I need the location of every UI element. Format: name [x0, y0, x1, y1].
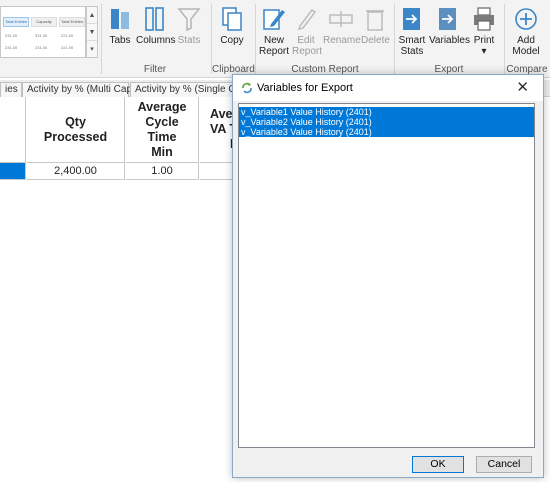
ribbon-separator	[255, 4, 256, 74]
selected-row-cell[interactable]	[0, 163, 26, 180]
trash-icon	[363, 6, 387, 32]
gallery-header[interactable]: Total Entries	[3, 17, 29, 27]
tabs-label: Tabs	[109, 35, 131, 46]
edit-report-label-line1: Edit	[297, 35, 315, 46]
stats-label: Stats	[177, 35, 201, 46]
variables-button[interactable]: Variables	[429, 6, 470, 46]
style-gallery[interactable]: Total Entries Capacity Total Entries 231…	[0, 6, 86, 58]
gallery-cell: 231.00	[5, 45, 18, 50]
delete-label: Delete	[361, 35, 390, 46]
close-icon[interactable]: ✕	[516, 80, 529, 95]
list-item[interactable]: v_Variable1 Value History (2401)	[239, 107, 534, 117]
variables-listbox[interactable]: v_Variable1 Value History (2401) v_Varia…	[238, 103, 535, 448]
header-line: Ave	[210, 107, 233, 121]
header-line: Cycle	[145, 114, 179, 129]
edit-report-button[interactable]: Edit Report	[292, 6, 323, 57]
rename-button[interactable]: Rename	[323, 6, 361, 46]
rename-label: Rename	[323, 35, 361, 46]
new-report-button[interactable]: New Report	[258, 6, 290, 57]
gallery-header[interactable]: Total Entries	[59, 17, 85, 27]
gallery-scroll-up-icon[interactable]: ▲	[87, 7, 97, 24]
header-line: Qty	[65, 114, 86, 129]
new-report-label-line1: New	[263, 35, 284, 46]
print-dropdown-icon[interactable]: ▾	[481, 46, 486, 57]
export-arrow-icon	[400, 6, 424, 32]
add-model-label-line2: Model	[512, 46, 540, 57]
gallery-expand-icon[interactable]: ▾	[87, 41, 97, 58]
grid-header-average-cycle-time[interactable]: Average Cycle Time Min	[126, 97, 199, 163]
funnel-icon	[177, 6, 201, 32]
new-report-label-line2: Report	[258, 46, 289, 57]
filter-group-label: Filter	[143, 64, 167, 75]
ribbon: Total Entries Capacity Total Entries 231…	[0, 0, 550, 78]
gallery-cell: 221.00	[61, 33, 74, 38]
list-item[interactable]: v_Variable2 Value History (2401)	[239, 117, 534, 127]
header-line: Average	[137, 99, 187, 114]
columns-icon	[143, 6, 167, 32]
gallery-cell: 221.00	[61, 45, 74, 50]
edit-report-label-line2: Report	[292, 46, 323, 57]
delete-button[interactable]: Delete	[361, 6, 390, 46]
tabs-button[interactable]: Tabs	[106, 6, 134, 46]
ribbon-separator	[504, 4, 505, 74]
header-line: Processed	[43, 129, 108, 144]
gallery-cell: 231.00	[5, 33, 18, 38]
columns-button[interactable]: Columns	[136, 6, 176, 46]
variables-for-export-dialog: Variables for Export ✕ v_Variable1 Value…	[232, 74, 544, 478]
smart-stats-button[interactable]: Smart Stats	[397, 6, 427, 57]
stats-button[interactable]: Stats	[176, 6, 202, 46]
dialog-title: Variables for Export	[257, 82, 353, 94]
printer-icon	[472, 6, 496, 32]
cancel-button[interactable]: Cancel	[476, 456, 532, 473]
add-model-button[interactable]: Add Model	[510, 6, 542, 57]
gallery-scroll-down-icon[interactable]: ▼	[87, 24, 97, 41]
gallery-header[interactable]: Capacity	[31, 17, 57, 27]
header-line: Min	[151, 144, 173, 159]
tab-activities[interactable]: ies	[0, 82, 22, 97]
results-grid: Qty Processed 2,400.00 Average Cycle Tim…	[0, 97, 240, 187]
variables-export-icon	[436, 6, 460, 32]
copy-icon	[220, 6, 244, 32]
gallery-cell: 331.00	[35, 33, 48, 38]
pencil-icon	[262, 6, 286, 32]
ribbon-separator	[101, 4, 102, 74]
ribbon-separator	[394, 4, 395, 74]
tabs-icon	[108, 6, 132, 32]
tab-activity-multi-cap[interactable]: Activity by % (Multi Cap)	[22, 82, 135, 97]
recycle-arrows-icon	[241, 82, 253, 94]
copy-label: Copy	[220, 35, 244, 46]
grid-header-qty-processed[interactable]: Qty Processed	[27, 97, 125, 163]
header-line: Time	[147, 129, 177, 144]
edit-pencil-icon	[294, 6, 318, 32]
rename-icon	[329, 6, 353, 32]
print-button[interactable]: Print ▾	[470, 6, 498, 57]
grid-header-blank	[0, 97, 26, 163]
smart-stats-label-line2: Stats	[400, 46, 424, 57]
tab-activity-single-cap[interactable]: Activity by % (Single Cap)	[130, 82, 250, 97]
grid-cell-qty-processed[interactable]: 2,400.00	[27, 163, 125, 180]
gallery-cell: 231.00	[35, 45, 48, 50]
smart-stats-label-line1: Smart	[398, 35, 426, 46]
dialog-titlebar[interactable]: Variables for Export ✕	[233, 75, 543, 101]
add-model-label-line1: Add	[517, 35, 535, 46]
columns-label: Columns	[136, 35, 176, 46]
grid-cell-average-cycle-time[interactable]: 1.00	[126, 163, 199, 180]
copy-button[interactable]: Copy	[216, 6, 248, 46]
print-label: Print	[473, 35, 495, 46]
list-item[interactable]: v_Variable3 Value History (2401)	[239, 127, 534, 137]
variables-label: Variables	[429, 35, 470, 46]
add-circle-icon	[514, 6, 538, 32]
gallery-scrollbar[interactable]: ▲ ▼ ▾	[86, 6, 98, 58]
ok-button[interactable]: OK	[412, 456, 464, 473]
